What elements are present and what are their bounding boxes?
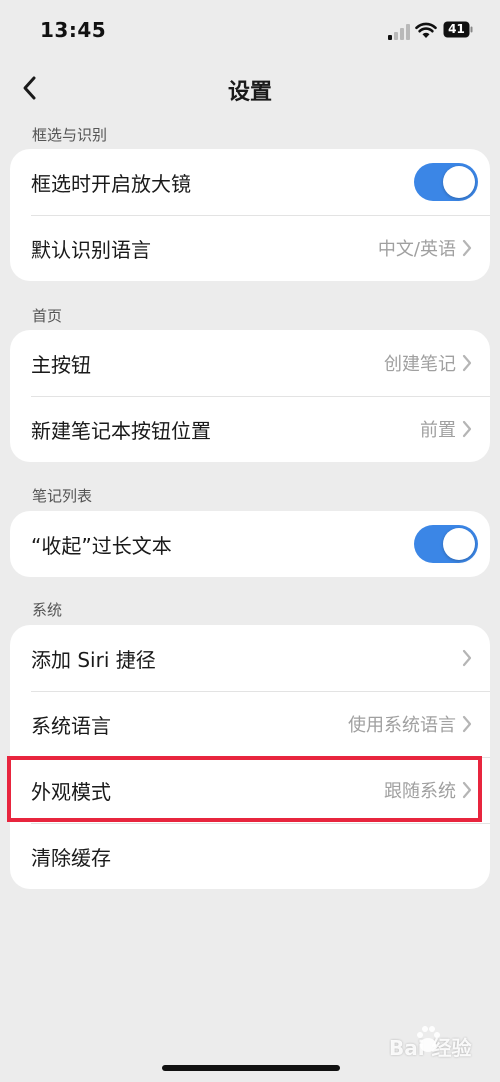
wifi-icon (415, 22, 437, 38)
row-add-siri-shortcut[interactable]: 添加 Siri 捷径 (10, 625, 490, 691)
row-value: 前置 (420, 420, 456, 441)
row-magnifier: 框选时开启放大镜 (10, 149, 490, 215)
row-label: 框选时开启放大镜 (31, 171, 191, 196)
row-system-language[interactable]: 系统语言 使用系统语言 (10, 691, 490, 757)
row-label: 新建笔记本按钮位置 (31, 418, 211, 443)
section-header-system: 系统 (32, 601, 63, 619)
page-title: 设置 (227, 80, 272, 105)
chevron-right-icon (462, 649, 472, 667)
battery-icon: 41 (443, 21, 473, 38)
status-time: 13:45 (40, 18, 107, 42)
chevron-right-icon (462, 781, 472, 799)
paw-logo-icon (417, 1026, 440, 1052)
chevron-right-icon (462, 239, 472, 257)
row-label: 外观模式 (31, 779, 111, 804)
row-label: 添加 Siri 捷径 (31, 647, 156, 672)
section-header-note-list: 笔记列表 (32, 487, 93, 505)
magnifier-toggle[interactable] (414, 163, 478, 201)
row-value: 使用系统语言 (348, 715, 456, 736)
navigation-bar: 设置 (0, 62, 500, 116)
row-value: 中文/英语 (377, 239, 456, 260)
row-collapse-long-text: “收起”过长文本 (10, 511, 490, 577)
card-recognition: 框选时开启放大镜 默认识别语言 中文/英语 (10, 149, 490, 281)
row-label: 主按钮 (31, 352, 91, 377)
chevron-right-icon (462, 715, 472, 733)
row-label: 系统语言 (31, 713, 111, 738)
row-new-notebook-position[interactable]: 新建笔记本按钮位置 前置 (10, 396, 490, 462)
toggle-knob (443, 166, 475, 198)
row-default-language[interactable]: 默认识别语言 中文/英语 (10, 215, 490, 281)
baidu-jingyan-watermark: Bai 经验 (375, 1024, 485, 1070)
battery-level: 41 (448, 22, 465, 36)
collapse-text-toggle[interactable] (414, 525, 478, 563)
row-appearance-mode[interactable]: 外观模式 跟随系统 (10, 757, 490, 823)
card-note-list: “收起”过长文本 (10, 511, 490, 577)
chevron-right-icon (462, 354, 472, 372)
cellular-signal-icon (388, 24, 410, 40)
row-main-button[interactable]: 主按钮 创建笔记 (10, 330, 490, 396)
card-home: 主按钮 创建笔记 新建笔记本按钮位置 前置 (10, 330, 490, 462)
toggle-knob (443, 528, 475, 560)
row-value: 创建笔记 (384, 354, 456, 375)
section-header-recognition: 框选与识别 (32, 126, 108, 144)
section-header-home: 首页 (32, 307, 63, 325)
row-value: 跟随系统 (384, 781, 456, 802)
row-label: 默认识别语言 (31, 237, 151, 262)
row-label: “收起”过长文本 (31, 533, 172, 558)
row-label: 清除缓存 (31, 845, 111, 870)
status-bar: 13:45 41 (0, 0, 500, 62)
chevron-right-icon (462, 420, 472, 438)
home-indicator[interactable] (162, 1065, 340, 1071)
row-clear-cache[interactable]: 清除缓存 (10, 823, 490, 889)
card-system: 添加 Siri 捷径 系统语言 使用系统语言 外观模式 跟随系统 清除缓存 (10, 625, 490, 889)
